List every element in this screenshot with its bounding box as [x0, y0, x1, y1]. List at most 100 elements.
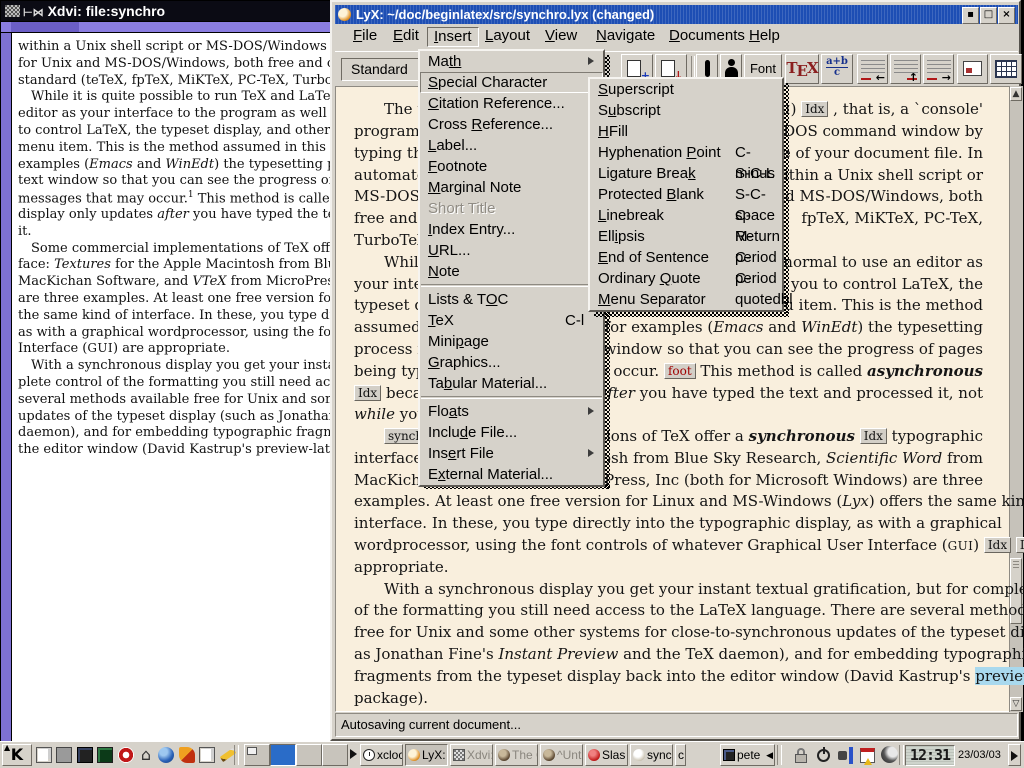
insert-menu-item-insert-file[interactable]: Insert File: [420, 443, 603, 464]
desktop-3[interactable]: [296, 744, 322, 766]
insert-table-button[interactable]: [990, 54, 1022, 84]
calendar-tray-icon[interactable]: [858, 746, 878, 765]
insert-menu-item-index-entry[interactable]: Index Entry...: [420, 219, 603, 240]
task-c[interactable]: c: [675, 744, 686, 766]
char-menu-item-end-of-sentence[interactable]: End of SentenceC-period: [590, 247, 782, 268]
doc-line-left: TurboTeX: [354, 230, 428, 251]
scroll-up-icon[interactable]: ▲: [1010, 87, 1022, 101]
dvi-text-line: examples (Emacs and WinEdt) the typesett…: [18, 157, 338, 172]
submenu-arrow-icon: [588, 449, 598, 457]
insert-menu-item-label[interactable]: Label...: [420, 135, 603, 156]
menu-item-label: Footnote: [428, 158, 487, 175]
lyx-app-icon[interactable]: [338, 8, 351, 21]
display-launcher[interactable]: [75, 744, 95, 766]
panel-hide-button[interactable]: [1008, 744, 1021, 766]
insert-menu-item-special-character[interactable]: Special Character: [420, 72, 603, 93]
insert-menu-item-lists-toc[interactable]: Lists & TOC: [420, 289, 603, 310]
task-sync[interactable]: sync: [630, 744, 673, 766]
doc-line-left: free and: [354, 208, 417, 229]
insert-menu-item-minipage[interactable]: Minipage: [420, 331, 603, 352]
task-lyx[interactable]: LyX:: [405, 744, 448, 766]
insert-menu-item-graphics[interactable]: Graphics...: [420, 352, 603, 373]
task-unti[interactable]: ^Unti: [540, 744, 583, 766]
windowlist-launcher[interactable]: [34, 744, 54, 766]
doc-line: package).: [354, 688, 983, 709]
insert-menu-item-footnote[interactable]: Footnote: [420, 156, 603, 177]
lyx-icon: [408, 749, 420, 761]
scroll-down-icon[interactable]: ▽: [1010, 697, 1022, 711]
task-pete[interactable]: pete◀: [720, 744, 775, 766]
dvi-text-line: the editor window (David Kastrup's previ…: [18, 442, 338, 457]
inset-Idx[interactable]: Idx: [354, 385, 381, 401]
moon-tray-icon[interactable]: [881, 746, 898, 763]
inset-Idx[interactable]: Idx: [1016, 537, 1024, 553]
menu-separator: [421, 396, 602, 399]
insert-menu-item-short-title[interactable]: Short Title: [420, 198, 603, 219]
insert-menu-item-floats[interactable]: Floats: [420, 401, 603, 422]
window-menu-icon[interactable]: ⊢⋈: [23, 7, 44, 19]
insert-menu-item-include-file[interactable]: Include File...: [420, 422, 603, 443]
terminal-launcher[interactable]: [95, 744, 115, 766]
power-tray-icon[interactable]: [814, 746, 834, 765]
task-xcloc[interactable]: xcloc: [360, 744, 403, 766]
plug-tray-icon[interactable]: [836, 746, 856, 765]
task-label: sync: [647, 748, 672, 762]
desktop-launcher[interactable]: [54, 744, 74, 766]
menu-item-label: URL...: [428, 242, 471, 259]
task-label: xcloc: [377, 748, 403, 762]
doc-line-right: ws you to control LaTeX, the: [766, 274, 983, 295]
menu-item-label: Ligature Break: [598, 165, 696, 182]
char-menu-item-ellipsis[interactable]: EllipsisM-period: [590, 226, 782, 247]
insert-menu-item-tex[interactable]: TeXC-l: [420, 310, 603, 331]
char-menu-item-ordinary-quote[interactable]: Ordinary QuoteC-quotedbl: [590, 268, 782, 289]
task-the-g[interactable]: The G: [495, 744, 538, 766]
desktop-1[interactable]: [244, 744, 270, 766]
inset-Idx[interactable]: Idx: [860, 428, 887, 444]
insert-menu-item-math[interactable]: Math: [420, 51, 603, 72]
lock-tray-icon[interactable]: [792, 746, 812, 765]
insert-menu-item-tabular-material[interactable]: Tabular Material...: [420, 373, 603, 394]
inset-foot[interactable]: foot: [664, 363, 696, 379]
xdvi-hscroll-thumb[interactable]: [11, 22, 79, 32]
inset-Idx[interactable]: Idx: [984, 537, 1011, 553]
taskbar-clock[interactable]: 12:31: [905, 745, 955, 766]
desktop-2[interactable]: [270, 744, 296, 766]
gnu-icon: [543, 749, 555, 761]
task-xdvi[interactable]: Xdvi:: [450, 744, 493, 766]
desktop-4[interactable]: [322, 744, 348, 766]
char-menu-item-linebreak[interactable]: LinebreakC-Return: [590, 205, 782, 226]
browser-launcher[interactable]: [156, 744, 176, 766]
close-button[interactable]: ×: [998, 7, 1015, 24]
insert-menu-item-note[interactable]: Note: [420, 261, 603, 282]
insert-menu-item-external-material[interactable]: External Material...: [420, 464, 603, 485]
doc-line: examples. At least one free version for …: [354, 491, 983, 512]
help-launcher[interactable]: [116, 744, 136, 766]
insert-menu-item-marginal-note[interactable]: Marginal Note: [420, 177, 603, 198]
home-launcher[interactable]: ⌂: [136, 744, 156, 766]
char-menu-item-menu-separator[interactable]: Menu Separator: [590, 289, 782, 310]
insert-menu-item-cross-reference[interactable]: Cross Reference...: [420, 114, 603, 135]
char-menu-item-ligature-break[interactable]: Ligature BreakS-C-L: [590, 163, 782, 184]
dvi-text-line: With a synchronous display you get your …: [18, 358, 338, 373]
doc-line-left: Idx beca: [354, 383, 422, 404]
char-menu-item-superscript[interactable]: Superscript: [590, 79, 782, 100]
menu-item-label: TeX: [428, 312, 454, 329]
insert-menu-item-citation-reference[interactable]: Citation Reference...: [420, 93, 603, 114]
files-launcher[interactable]: [197, 744, 217, 766]
char-menu-item-hfill[interactable]: HFill: [590, 121, 782, 142]
xdvi-app-icon[interactable]: [5, 5, 20, 17]
insert-menu-item-url[interactable]: URL...: [420, 240, 603, 261]
xdvi-titlebar[interactable]: ⊢⋈Xdvi: file:synchro: [1, 1, 336, 21]
sync-icon: [633, 749, 645, 761]
char-menu-item-hyphenation-point[interactable]: Hyphenation PointC-minus: [590, 142, 782, 163]
k-menu-button[interactable]: ▲K: [2, 744, 32, 766]
inset-Idx[interactable]: Idx: [801, 101, 828, 117]
char-menu-item-subscript[interactable]: Subscript: [590, 100, 782, 121]
mail-launcher[interactable]: [177, 744, 197, 766]
help-icon: [118, 747, 134, 763]
doc-line-right: intosh from Blue Sky Research, Scientifi…: [581, 448, 983, 469]
char-menu-item-protected-blank[interactable]: Protected BlankS-C-space: [590, 184, 782, 205]
dvi-text-line: text window so that you can see the prog…: [18, 173, 338, 188]
task-slas[interactable]: Slas: [585, 744, 628, 766]
xdvi-vertical-scrollbar[interactable]: [1, 33, 12, 742]
